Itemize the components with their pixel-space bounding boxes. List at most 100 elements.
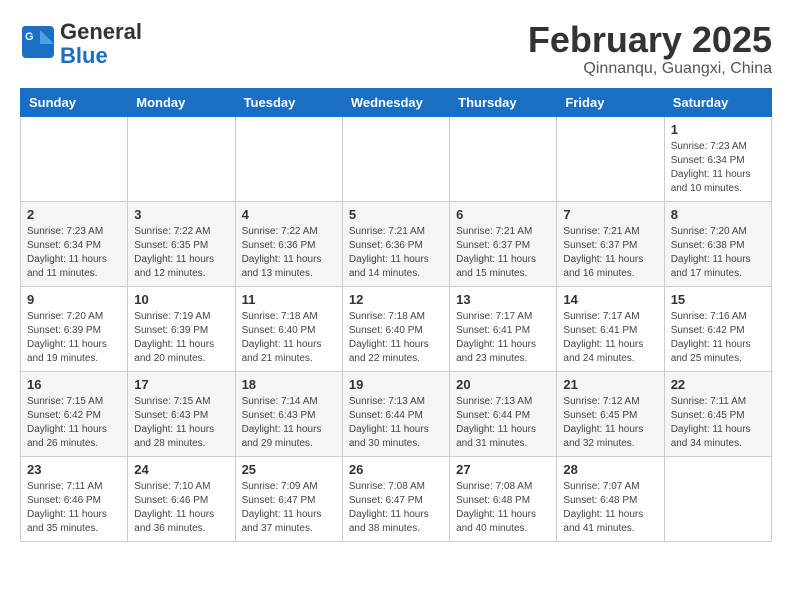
day-number: 15	[671, 292, 765, 307]
day-cell-25: 25 Sunrise: 7:09 AM Sunset: 6:47 PM Dayli…	[235, 456, 342, 541]
day-number: 7	[563, 207, 657, 222]
day-number: 22	[671, 377, 765, 392]
day-cell-8: 8 Sunrise: 7:20 AM Sunset: 6:38 PM Daylig…	[664, 201, 771, 286]
day-cell-7: 7Sunrise: 7:21 AM Sunset: 6:37 PM Daylig…	[557, 201, 664, 286]
day-info: Sunrise: 7:15 AM Sunset: 6:42 PM Dayligh…	[27, 395, 121, 451]
day-cell-3: 3 Sunrise: 7:22 AM Sunset: 6:35 PM Daylig…	[128, 201, 235, 286]
day-info: Sunrise: 7:13 AM Sunset: 6:44 PM Dayligh…	[349, 395, 443, 451]
logo-text: General Blue	[60, 20, 142, 68]
day-info: Sunrise: 7:23 AM Sunset: 6:34 PM Dayligh…	[671, 140, 765, 196]
day-cell-9: 9 Sunrise: 7:20 AM Sunset: 6:39 PM Daylig…	[21, 286, 128, 371]
weekday-header-tuesday: Tuesday	[235, 88, 342, 116]
day-number: 24	[134, 462, 228, 477]
empty-cell	[450, 116, 557, 201]
day-info: Sunrise: 7:08 AM Sunset: 6:47 PM Dayligh…	[349, 480, 443, 536]
day-number: 21	[563, 377, 657, 392]
day-cell-4: 4 Sunrise: 7:22 AM Sunset: 6:36 PM Daylig…	[235, 201, 342, 286]
day-cell-20: 20 Sunrise: 7:13 AM Sunset: 6:44 PM Dayli…	[450, 371, 557, 456]
logo: G General Blue	[20, 20, 142, 68]
day-info: Sunrise: 7:15 AM Sunset: 6:43 PM Dayligh…	[134, 395, 228, 451]
page-header: G General Blue February 2025 Qinnanqu, G…	[20, 20, 772, 78]
day-number: 11	[242, 292, 336, 307]
day-info: Sunrise: 7:20 AM Sunset: 6:38 PM Dayligh…	[671, 225, 765, 281]
week-row-1: 2Sunrise: 7:23 AM Sunset: 6:34 PM Daylig…	[21, 201, 772, 286]
weekday-header-friday: Friday	[557, 88, 664, 116]
day-info: Sunrise: 7:21 AM Sunset: 6:36 PM Dayligh…	[349, 225, 443, 281]
empty-cell	[21, 116, 128, 201]
calendar-title-block: February 2025 Qinnanqu, Guangxi, China	[528, 20, 772, 78]
day-info: Sunrise: 7:09 AM Sunset: 6:47 PM Dayligh…	[242, 480, 336, 536]
weekday-header-wednesday: Wednesday	[342, 88, 449, 116]
day-info: Sunrise: 7:12 AM Sunset: 6:45 PM Dayligh…	[563, 395, 657, 451]
location-subtitle: Qinnanqu, Guangxi, China	[528, 60, 772, 78]
day-cell-23: 23Sunrise: 7:11 AM Sunset: 6:46 PM Dayli…	[21, 456, 128, 541]
empty-cell	[128, 116, 235, 201]
day-number: 9	[27, 292, 121, 307]
day-number: 20	[456, 377, 550, 392]
day-info: Sunrise: 7:13 AM Sunset: 6:44 PM Dayligh…	[456, 395, 550, 451]
day-cell-19: 19 Sunrise: 7:13 AM Sunset: 6:44 PM Dayli…	[342, 371, 449, 456]
weekday-header-thursday: Thursday	[450, 88, 557, 116]
day-number: 18	[242, 377, 336, 392]
day-cell-21: 21 Sunrise: 7:12 AM Sunset: 6:45 PM Dayli…	[557, 371, 664, 456]
day-cell-17: 17 Sunrise: 7:15 AM Sunset: 6:43 PM Dayli…	[128, 371, 235, 456]
day-info: Sunrise: 7:22 AM Sunset: 6:35 PM Dayligh…	[134, 225, 228, 281]
day-number: 3	[134, 207, 228, 222]
day-info: Sunrise: 7:11 AM Sunset: 6:46 PM Dayligh…	[27, 480, 121, 536]
weekday-header-saturday: Saturday	[664, 88, 771, 116]
day-info: Sunrise: 7:10 AM Sunset: 6:46 PM Dayligh…	[134, 480, 228, 536]
week-row-3: 16 Sunrise: 7:15 AM Sunset: 6:42 PM Dayli…	[21, 371, 772, 456]
day-cell-14: 14Sunrise: 7:17 AM Sunset: 6:41 PM Dayli…	[557, 286, 664, 371]
day-cell-10: 10 Sunrise: 7:19 AM Sunset: 6:39 PM Dayli…	[128, 286, 235, 371]
empty-cell	[235, 116, 342, 201]
day-info: Sunrise: 7:14 AM Sunset: 6:43 PM Dayligh…	[242, 395, 336, 451]
logo-icon: G	[20, 24, 56, 65]
weekday-header-sunday: Sunday	[21, 88, 128, 116]
svg-text:G: G	[25, 31, 34, 43]
day-cell-27: 27Sunrise: 7:08 AM Sunset: 6:48 PM Dayli…	[450, 456, 557, 541]
logo-line2: Blue	[60, 43, 108, 68]
logo-line1: General	[60, 19, 142, 44]
day-info: Sunrise: 7:20 AM Sunset: 6:39 PM Dayligh…	[27, 310, 121, 366]
day-info: Sunrise: 7:18 AM Sunset: 6:40 PM Dayligh…	[349, 310, 443, 366]
day-number: 25	[242, 462, 336, 477]
empty-cell	[557, 116, 664, 201]
day-info: Sunrise: 7:11 AM Sunset: 6:45 PM Dayligh…	[671, 395, 765, 451]
day-number: 8	[671, 207, 765, 222]
day-number: 28	[563, 462, 657, 477]
day-number: 17	[134, 377, 228, 392]
empty-cell	[342, 116, 449, 201]
day-info: Sunrise: 7:18 AM Sunset: 6:40 PM Dayligh…	[242, 310, 336, 366]
day-number: 16	[27, 377, 121, 392]
day-cell-12: 12 Sunrise: 7:18 AM Sunset: 6:40 PM Dayli…	[342, 286, 449, 371]
day-cell-18: 18 Sunrise: 7:14 AM Sunset: 6:43 PM Dayli…	[235, 371, 342, 456]
day-info: Sunrise: 7:17 AM Sunset: 6:41 PM Dayligh…	[456, 310, 550, 366]
day-number: 19	[349, 377, 443, 392]
weekday-header-row: SundayMondayTuesdayWednesdayThursdayFrid…	[21, 88, 772, 116]
day-number: 6	[456, 207, 550, 222]
day-number: 14	[563, 292, 657, 307]
week-row-0: 1 Sunrise: 7:23 AM Sunset: 6:34 PM Daylig…	[21, 116, 772, 201]
day-number: 4	[242, 207, 336, 222]
day-cell-1: 1 Sunrise: 7:23 AM Sunset: 6:34 PM Daylig…	[664, 116, 771, 201]
day-number: 12	[349, 292, 443, 307]
day-cell-16: 16 Sunrise: 7:15 AM Sunset: 6:42 PM Dayli…	[21, 371, 128, 456]
day-info: Sunrise: 7:21 AM Sunset: 6:37 PM Dayligh…	[456, 225, 550, 281]
day-number: 2	[27, 207, 121, 222]
day-number: 26	[349, 462, 443, 477]
day-cell-22: 22 Sunrise: 7:11 AM Sunset: 6:45 PM Dayli…	[664, 371, 771, 456]
day-cell-26: 26 Sunrise: 7:08 AM Sunset: 6:47 PM Dayli…	[342, 456, 449, 541]
day-number: 1	[671, 122, 765, 137]
day-cell-5: 5Sunrise: 7:21 AM Sunset: 6:36 PM Daylig…	[342, 201, 449, 286]
day-info: Sunrise: 7:22 AM Sunset: 6:36 PM Dayligh…	[242, 225, 336, 281]
day-cell-11: 11 Sunrise: 7:18 AM Sunset: 6:40 PM Dayli…	[235, 286, 342, 371]
day-info: Sunrise: 7:07 AM Sunset: 6:48 PM Dayligh…	[563, 480, 657, 536]
day-number: 10	[134, 292, 228, 307]
day-info: Sunrise: 7:19 AM Sunset: 6:39 PM Dayligh…	[134, 310, 228, 366]
day-info: Sunrise: 7:16 AM Sunset: 6:42 PM Dayligh…	[671, 310, 765, 366]
day-number: 27	[456, 462, 550, 477]
week-row-2: 9 Sunrise: 7:20 AM Sunset: 6:39 PM Daylig…	[21, 286, 772, 371]
day-cell-2: 2Sunrise: 7:23 AM Sunset: 6:34 PM Daylig…	[21, 201, 128, 286]
empty-cell	[664, 456, 771, 541]
week-row-4: 23Sunrise: 7:11 AM Sunset: 6:46 PM Dayli…	[21, 456, 772, 541]
